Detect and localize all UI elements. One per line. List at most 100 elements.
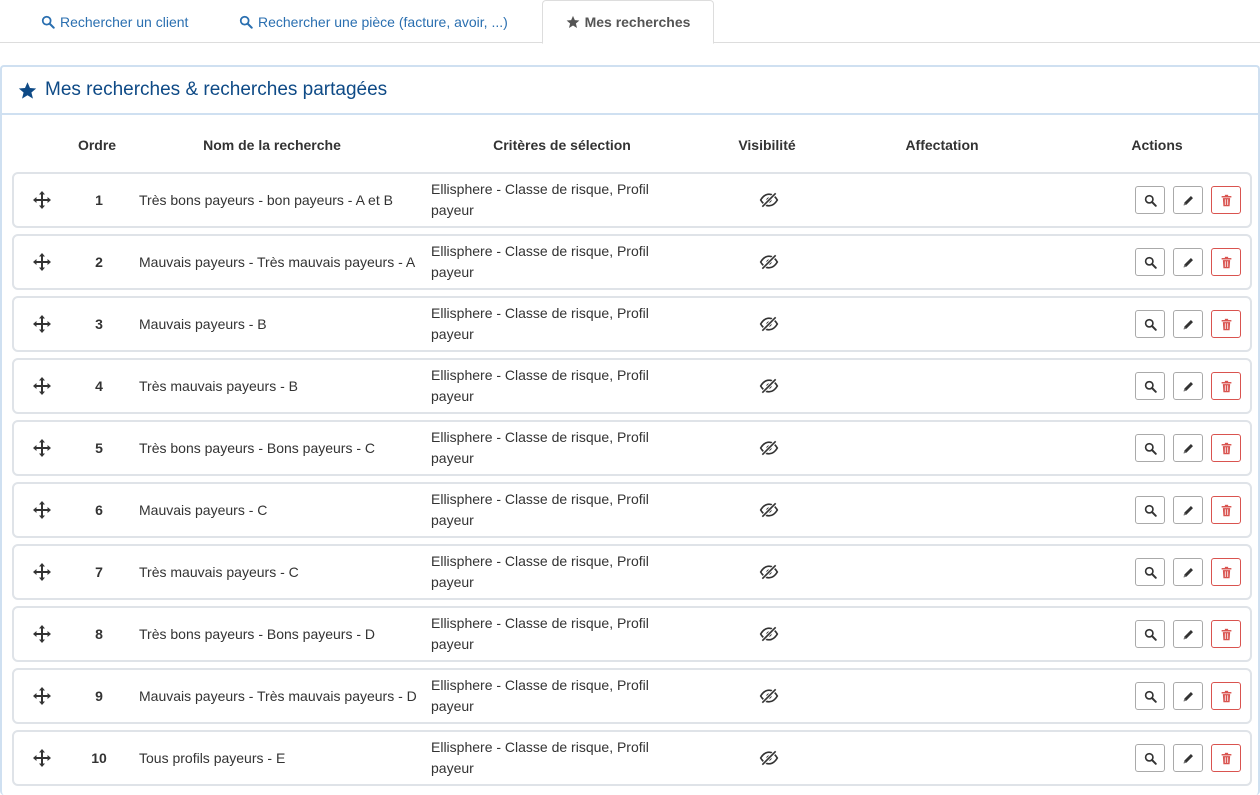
edit-search-button[interactable] (1173, 434, 1203, 462)
delete-search-button[interactable] (1211, 248, 1241, 276)
edit-search-button[interactable] (1173, 744, 1203, 772)
view-search-button[interactable] (1135, 434, 1165, 462)
delete-search-button[interactable] (1211, 620, 1241, 648)
view-search-button[interactable] (1135, 372, 1165, 400)
edit-search-button[interactable] (1173, 620, 1203, 648)
delete-search-button[interactable] (1211, 558, 1241, 586)
row-actions (1135, 360, 1245, 412)
eye-slash-icon[interactable] (759, 686, 779, 706)
row-criteria: Ellisphere - Classe de risque, Profil pa… (431, 677, 649, 714)
eye-slash-icon[interactable] (759, 190, 779, 210)
visibility-toggle[interactable] (754, 732, 784, 784)
row-criteria: Ellisphere - Classe de risque, Profil pa… (431, 429, 649, 466)
delete-search-button[interactable] (1211, 496, 1241, 524)
view-search-button[interactable] (1135, 186, 1165, 214)
edit-search-button[interactable] (1173, 682, 1203, 710)
eye-slash-icon[interactable] (759, 500, 779, 520)
edit-search-button[interactable] (1173, 496, 1203, 524)
visibility-toggle[interactable] (754, 422, 784, 474)
move-icon[interactable] (32, 376, 52, 396)
row-order: 2 (95, 254, 103, 270)
eye-slash-icon[interactable] (759, 252, 779, 272)
drag-handle[interactable] (31, 422, 53, 474)
delete-search-button[interactable] (1211, 372, 1241, 400)
panel-header: Mes recherches & recherches partagées (2, 67, 1258, 115)
pencil-icon (1182, 566, 1195, 579)
search-icon (1144, 752, 1157, 765)
drag-handle[interactable] (31, 546, 53, 598)
move-icon[interactable] (32, 624, 52, 644)
eye-slash-icon[interactable] (759, 438, 779, 458)
move-icon[interactable] (32, 314, 52, 334)
visibility-toggle[interactable] (754, 608, 784, 660)
edit-search-button[interactable] (1173, 186, 1203, 214)
view-search-button[interactable] (1135, 620, 1165, 648)
drag-handle[interactable] (31, 360, 53, 412)
visibility-toggle[interactable] (754, 298, 784, 350)
search-icon (239, 15, 253, 29)
row-criteria: Ellisphere - Classe de risque, Profil pa… (431, 491, 649, 528)
drag-handle[interactable] (31, 236, 53, 288)
tab-mes-recherches[interactable]: Mes recherches (542, 0, 714, 44)
edit-search-button[interactable] (1173, 372, 1203, 400)
move-icon[interactable] (32, 438, 52, 458)
eye-slash-icon[interactable] (759, 376, 779, 396)
trash-icon (1220, 566, 1233, 579)
row-order: 10 (91, 750, 107, 766)
eye-slash-icon[interactable] (759, 624, 779, 644)
drag-handle[interactable] (31, 484, 53, 536)
pencil-icon (1182, 380, 1195, 393)
delete-search-button[interactable] (1211, 682, 1241, 710)
trash-icon (1220, 504, 1233, 517)
drag-handle[interactable] (31, 608, 53, 660)
drag-handle[interactable] (31, 670, 53, 722)
edit-search-button[interactable] (1173, 310, 1203, 338)
search-icon (1144, 442, 1157, 455)
drag-handle[interactable] (31, 174, 53, 226)
edit-search-button[interactable] (1173, 558, 1203, 586)
visibility-toggle[interactable] (754, 360, 784, 412)
visibility-toggle[interactable] (754, 546, 784, 598)
eye-slash-icon[interactable] (759, 748, 779, 768)
eye-slash-icon[interactable] (759, 314, 779, 334)
table-row: 10 Tous profils payeurs - E Ellisphere -… (12, 730, 1252, 786)
delete-search-button[interactable] (1211, 186, 1241, 214)
edit-search-button[interactable] (1173, 248, 1203, 276)
move-icon[interactable] (32, 500, 52, 520)
view-search-button[interactable] (1135, 682, 1165, 710)
view-search-button[interactable] (1135, 496, 1165, 524)
row-criteria: Ellisphere - Classe de risque, Profil pa… (431, 367, 649, 404)
move-icon[interactable] (32, 252, 52, 272)
move-icon[interactable] (32, 748, 52, 768)
star-icon (566, 15, 579, 28)
tab-rechercher-client[interactable]: Rechercher un client (21, 0, 208, 43)
view-search-button[interactable] (1135, 558, 1165, 586)
visibility-toggle[interactable] (754, 484, 784, 536)
eye-slash-icon[interactable] (759, 562, 779, 582)
delete-search-button[interactable] (1211, 744, 1241, 772)
drag-handle[interactable] (31, 298, 53, 350)
delete-search-button[interactable] (1211, 310, 1241, 338)
move-icon[interactable] (32, 686, 52, 706)
view-search-button[interactable] (1135, 310, 1165, 338)
move-icon[interactable] (32, 190, 52, 210)
tab-bar: Rechercher un client Rechercher une pièc… (0, 0, 1260, 44)
view-search-button[interactable] (1135, 248, 1165, 276)
row-criteria: Ellisphere - Classe de risque, Profil pa… (431, 181, 649, 218)
tab-rechercher-piece[interactable]: Rechercher une pièce (facture, avoir, ..… (219, 0, 528, 43)
saved-searches-panel: Mes recherches & recherches partagées Or… (0, 65, 1260, 795)
view-search-button[interactable] (1135, 744, 1165, 772)
move-icon[interactable] (32, 562, 52, 582)
delete-search-button[interactable] (1211, 434, 1241, 462)
visibility-toggle[interactable] (754, 236, 784, 288)
row-actions (1135, 236, 1245, 288)
row-search-name: Très mauvais payeurs - C (139, 563, 299, 580)
visibility-toggle[interactable] (754, 670, 784, 722)
row-actions (1135, 546, 1245, 598)
header-actions: Actions (1131, 137, 1183, 153)
drag-handle[interactable] (31, 732, 53, 784)
visibility-toggle[interactable] (754, 174, 784, 226)
row-order: 3 (95, 316, 103, 332)
table-row: 6 Mauvais payeurs - C Ellisphere - Class… (12, 482, 1252, 538)
row-search-name: Mauvais payeurs - Très mauvais payeurs -… (139, 687, 417, 704)
